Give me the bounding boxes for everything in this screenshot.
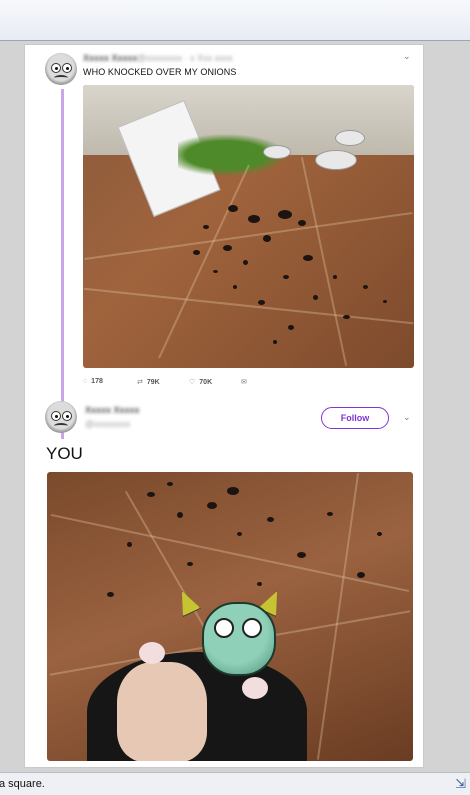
tile-line: [300, 157, 348, 366]
status-text: a square.: [0, 778, 45, 790]
tweet-photo-cat[interactable]: [47, 472, 413, 761]
dm-icon: ✉: [241, 379, 247, 386]
tweet-text: WHO KNOCKED OVER MY ONIONS: [83, 67, 237, 77]
blurred-handle: @xxxxxxxx: [85, 419, 131, 429]
photo-paw: [242, 677, 268, 699]
photo-hand: [117, 662, 207, 761]
tweet-photo-onions[interactable]: [83, 85, 414, 368]
cartoon-monster-sticker: [202, 602, 276, 676]
retweet-icon: ⇄: [137, 379, 143, 386]
retweet-count-value: 79K: [146, 379, 160, 386]
tile-line: [50, 513, 410, 593]
resize-grip-icon[interactable]: ⇲: [455, 776, 466, 792]
photo-bowl: [315, 150, 357, 170]
chevron-down-icon[interactable]: ⌄: [403, 412, 411, 423]
photo-paw: [139, 642, 165, 664]
avatar-mouth: [54, 75, 68, 81]
like-count-value: 70K: [199, 379, 213, 386]
reply-count[interactable]: ◌ 178: [83, 378, 103, 385]
status-bar: a square. ⇲: [0, 772, 470, 795]
avatar-eye: [51, 411, 61, 421]
dm-button[interactable]: ✉: [241, 378, 251, 386]
like-count[interactable]: ♡ 70K: [189, 378, 212, 386]
tweet-text: YOU: [46, 444, 83, 463]
avatar-eye: [51, 63, 61, 73]
tile-line: [316, 473, 360, 760]
thread-line: [61, 89, 64, 439]
chevron-down-icon[interactable]: ⌄: [403, 51, 411, 62]
reply-icon: ◌: [83, 378, 88, 385]
photo-bowl: [263, 145, 291, 159]
monster-eye: [214, 618, 234, 638]
avatar[interactable]: [45, 53, 77, 85]
reply-count-value: 178: [91, 378, 103, 385]
follow-button[interactable]: Follow: [321, 407, 389, 429]
monster-eye: [242, 618, 262, 638]
tweet-card: Xxxxx Xxxxx @xxxxxxxx · x Xxx xxxx ⌄ WHO…: [24, 44, 424, 768]
blurred-display-name: Xxxxx Xxxxx: [85, 405, 140, 415]
retweet-count[interactable]: ⇄ 79K: [137, 378, 160, 386]
avatar-eye: [62, 411, 72, 421]
window-toolbar: [0, 0, 470, 41]
avatar-mouth: [54, 423, 68, 429]
photo-bowl: [335, 130, 365, 146]
blurred-display-name: Xxxxx Xxxxx: [83, 53, 138, 63]
avatar-eye: [62, 63, 72, 73]
blurred-handle-date: @xxxxxxxx · x Xxx xxxx: [137, 53, 233, 63]
tile-line: [83, 287, 414, 325]
like-icon: ♡: [189, 379, 196, 386]
avatar[interactable]: [45, 401, 77, 433]
